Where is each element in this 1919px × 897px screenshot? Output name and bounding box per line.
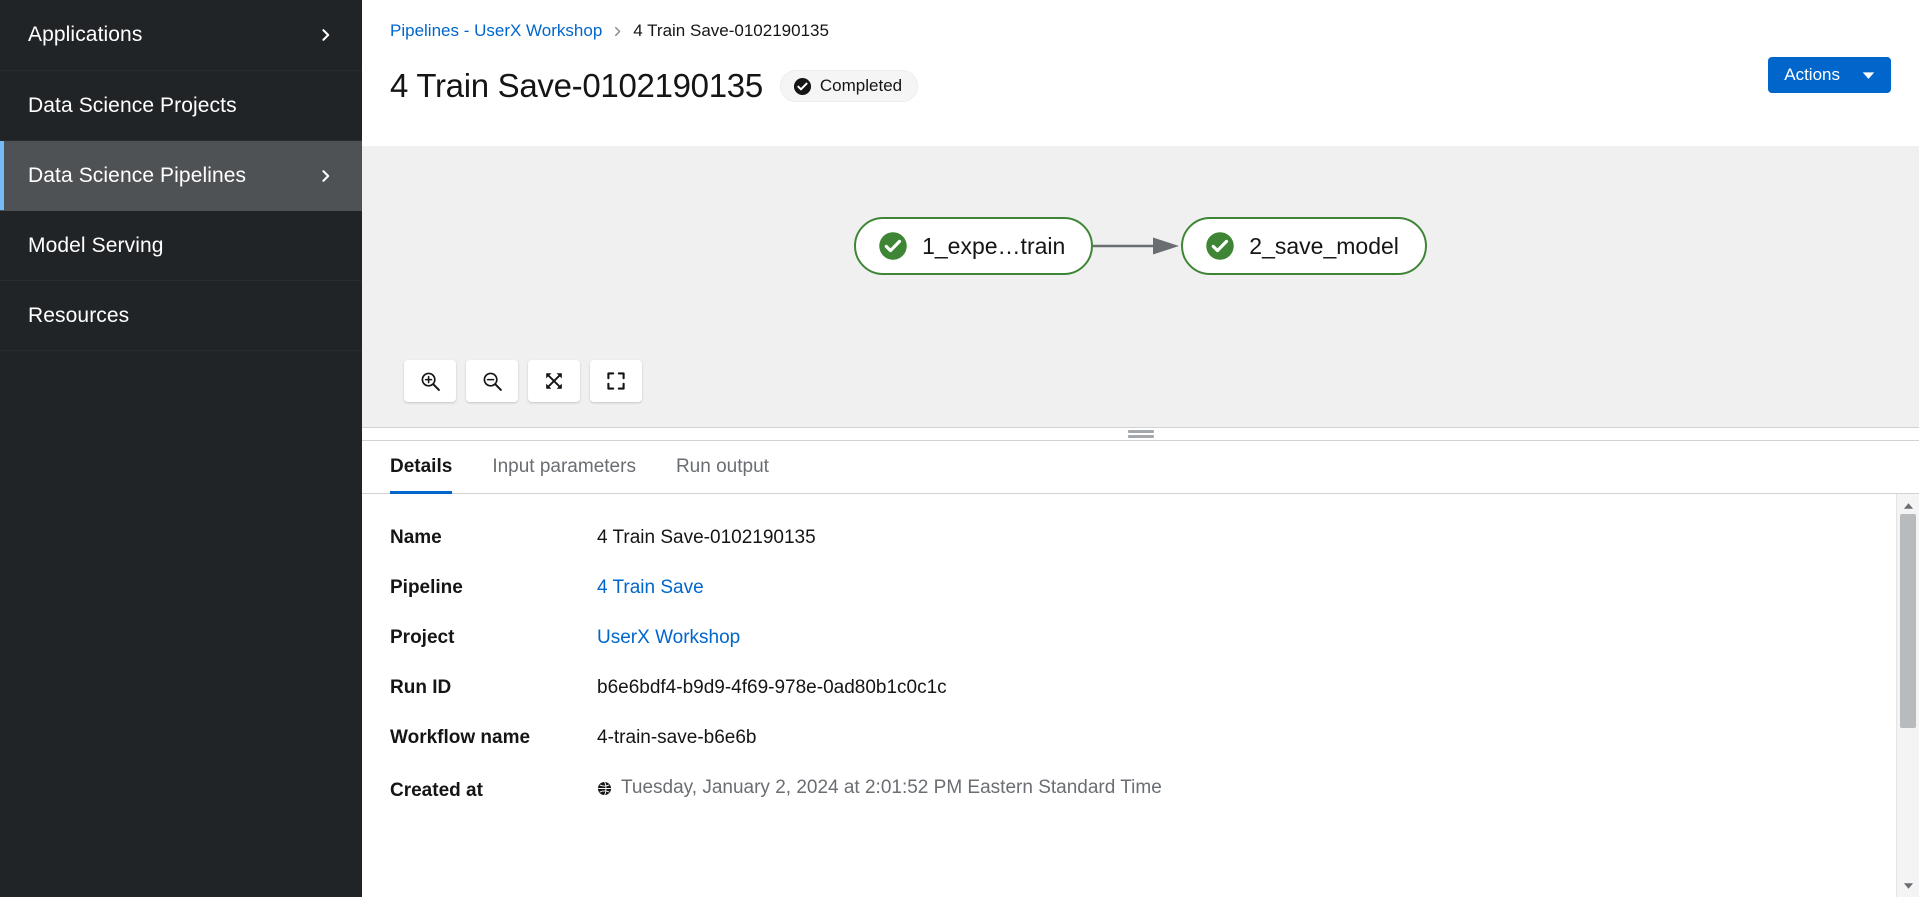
detail-row-run-id: Run ID b6e6bdf4-b9d9-4f69-978e-0ad80b1c0… <box>390 677 1896 727</box>
sidebar-item-label: Model Serving <box>28 233 164 257</box>
tab-label: Details <box>390 456 453 477</box>
globe-icon <box>597 781 612 796</box>
sidebar-item-label: Resources <box>28 303 130 327</box>
corner-brackets-icon <box>606 371 626 391</box>
detail-value-created-at: Tuesday, January 2, 2024 at 2:01:52 PM E… <box>597 777 1162 799</box>
zoom-out-button[interactable] <box>466 360 518 402</box>
magnifier-plus-icon <box>420 371 441 392</box>
detail-row-workflow-name: Workflow name 4-train-save-b6e6b <box>390 727 1896 777</box>
details-panel: Name 4 Train Save-0102190135 Pipeline 4 … <box>362 494 1919 897</box>
chevron-right-icon <box>612 26 623 37</box>
check-circle-green-icon <box>878 231 908 261</box>
details-scrollbar[interactable] <box>1896 494 1919 897</box>
chevron-right-icon <box>318 168 334 184</box>
detail-value-name: 4 Train Save-0102190135 <box>597 527 816 548</box>
detail-value-pipeline-link[interactable]: 4 Train Save <box>597 577 704 599</box>
reset-view-button[interactable] <box>590 360 642 402</box>
detail-value-project-link[interactable]: UserX Workshop <box>597 627 740 649</box>
graph-toolbar <box>404 360 642 402</box>
panel-splitter[interactable] <box>362 427 1919 441</box>
scrollbar-up-arrow-icon[interactable] <box>1897 497 1919 514</box>
expand-arrows-icon <box>544 371 564 391</box>
tab-label: Input parameters <box>492 456 636 477</box>
breadcrumb: Pipelines - UserX Workshop 4 Train Save-… <box>390 20 1891 42</box>
splitter-grip-icon <box>1127 430 1154 438</box>
detail-label: Pipeline <box>390 577 463 598</box>
detail-value-workflow-name: 4-train-save-b6e6b <box>597 727 757 748</box>
detail-label: Run ID <box>390 677 452 698</box>
tab-run-output[interactable]: Run output <box>656 441 789 493</box>
actions-button-label: Actions <box>1784 65 1840 84</box>
sidebar-item-data-science-pipelines[interactable]: Data Science Pipelines <box>0 141 362 211</box>
breadcrumb-current: 4 Train Save-0102190135 <box>633 21 829 40</box>
detail-row-name: Name 4 Train Save-0102190135 <box>390 527 1896 577</box>
app-root: Applications Data Science Projects Data … <box>0 0 1919 897</box>
details-list: Name 4 Train Save-0102190135 Pipeline 4 … <box>362 494 1896 897</box>
magnifier-minus-icon <box>482 371 503 392</box>
sidebar-item-data-science-projects[interactable]: Data Science Projects <box>0 71 362 141</box>
breadcrumb-link-pipelines[interactable]: Pipelines - UserX Workshop <box>390 21 602 41</box>
details-tabs: Details Input parameters Run output <box>362 441 1919 494</box>
graph-node-label: 2_save_model <box>1249 232 1399 259</box>
title-row: 4 Train Save-0102190135 Completed <box>390 67 1891 105</box>
graph-edge-arrow <box>1093 235 1181 257</box>
caret-down-icon <box>1862 71 1875 80</box>
fit-to-screen-button[interactable] <box>528 360 580 402</box>
sidebar-item-model-serving[interactable]: Model Serving <box>0 211 362 281</box>
chevron-right-icon <box>318 27 334 43</box>
scrollbar-thumb[interactable] <box>1900 514 1916 729</box>
created-at-text: Tuesday, January 2, 2024 at 2:01:52 PM E… <box>621 777 1162 798</box>
pipeline-graph-canvas[interactable]: 1_expe…train 2_save_model <box>362 146 1919 427</box>
graph-node-label: 1_expe…train <box>922 232 1066 259</box>
graph-node-2-save-model[interactable]: 2_save_model <box>1181 217 1427 275</box>
page-title: 4 Train Save-0102190135 <box>390 67 763 104</box>
sidebar-item-applications[interactable]: Applications <box>0 0 362 71</box>
scrollbar-track[interactable] <box>1897 514 1919 877</box>
tab-label: Run output <box>675 456 769 477</box>
detail-row-project: Project UserX Workshop <box>390 627 1896 677</box>
zoom-in-button[interactable] <box>404 360 456 402</box>
tab-input-parameters[interactable]: Input parameters <box>472 441 656 493</box>
main-content: Pipelines - UserX Workshop 4 Train Save-… <box>362 0 1919 897</box>
status-badge-label: Completed <box>819 76 903 95</box>
detail-label: Workflow name <box>390 727 531 748</box>
detail-row-created-at: Created at Tuesday, January 2, 2024 at 2… <box>390 777 1896 827</box>
graph-node-1-experiment-train[interactable]: 1_expe…train <box>854 217 1094 275</box>
check-circle-green-icon <box>1205 231 1235 261</box>
status-badge: Completed <box>779 70 919 102</box>
sidebar: Applications Data Science Projects Data … <box>0 0 362 897</box>
detail-value-run-id: b6e6bdf4-b9d9-4f69-978e-0ad80b1c0c1c <box>597 677 947 698</box>
sidebar-item-resources[interactable]: Resources <box>0 281 362 351</box>
sidebar-item-label: Data Science Projects <box>28 93 237 117</box>
scrollbar-down-arrow-icon[interactable] <box>1897 877 1919 894</box>
tab-details[interactable]: Details <box>390 441 472 494</box>
sidebar-item-label: Applications <box>28 23 143 46</box>
graph-node-group: 1_expe…train 2_save_model <box>362 146 1919 346</box>
check-circle-icon <box>793 77 812 96</box>
sidebar-item-label: Data Science Pipelines <box>28 163 247 187</box>
page-header: Pipelines - UserX Workshop 4 Train Save-… <box>362 0 1919 146</box>
actions-button[interactable]: Actions <box>1768 57 1891 93</box>
detail-label: Created at <box>390 779 483 801</box>
detail-label: Project <box>390 627 455 648</box>
detail-label: Name <box>390 527 442 548</box>
detail-row-pipeline: Pipeline 4 Train Save <box>390 577 1896 627</box>
